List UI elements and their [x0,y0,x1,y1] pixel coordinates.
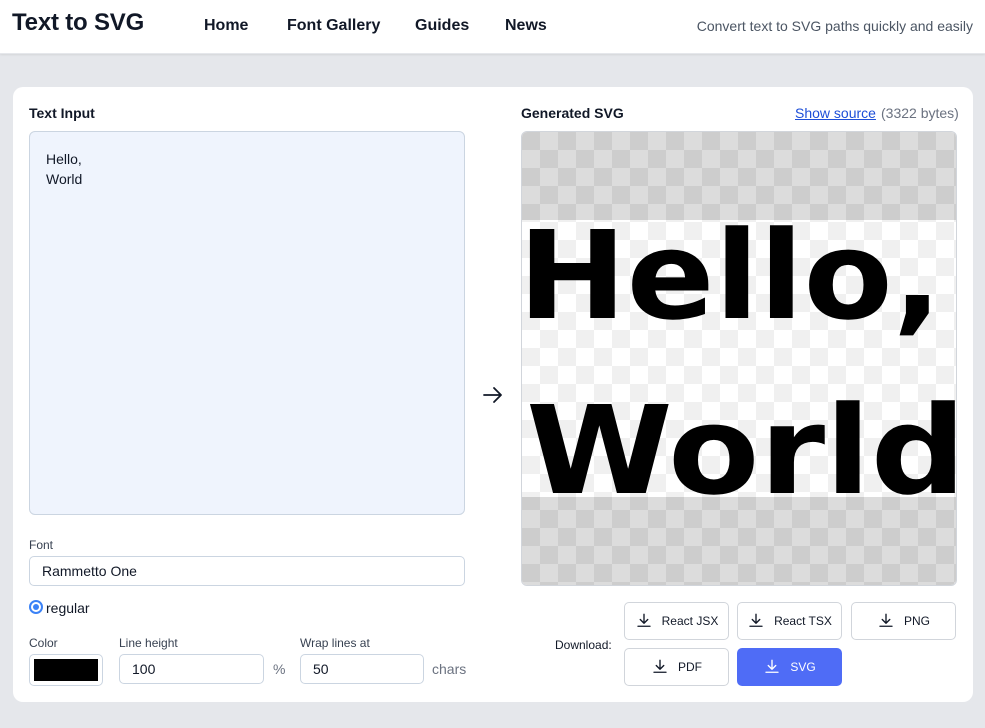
generated-svg-label: Generated SVG [521,105,624,121]
download-icon [653,659,667,673]
wrap-label: Wrap lines at [300,636,370,650]
download-label: Download: [555,638,612,652]
wrap-input[interactable]: 50 [300,654,424,684]
color-picker[interactable] [29,654,103,686]
line-height-label: Line height [119,636,178,650]
nav-font-gallery[interactable]: Font Gallery [287,17,380,35]
main-card: Text Input Hello, World Generated SVG Sh… [13,87,973,702]
download-svg-button[interactable]: SVG [737,648,842,686]
wrap-unit: chars [432,661,467,677]
top-bar: Text to SVG Home Font Gallery Guides New… [0,0,985,54]
preview-line-1: Hello, [522,205,942,347]
download-png-label: PNG [903,614,930,628]
line-height-unit: % [273,661,286,677]
download-icon [879,613,893,627]
color-label: Color [29,636,58,650]
variant-regular-label[interactable]: regular [46,600,90,616]
download-react-tsx-button[interactable]: React TSX [737,602,842,640]
variant-regular-radio[interactable] [29,600,43,614]
download-pdf-label: PDF [678,660,702,674]
font-select[interactable]: Rammetto One [29,556,465,586]
download-svg-label: SVG [790,660,816,674]
download-icon [765,659,780,673]
preview-line-2: World [526,380,957,522]
brand-logo[interactable]: Text to SVG [12,9,144,37]
download-react-jsx-label: React JSX [661,614,719,628]
download-react-jsx-button[interactable]: React JSX [624,602,729,640]
download-react-tsx-label: React TSX [774,614,832,628]
nav-guides[interactable]: Guides [415,17,469,35]
show-source-link[interactable]: Show source [795,105,876,121]
arrow-right-icon [483,387,502,403]
download-icon [636,613,651,627]
nav-news[interactable]: News [505,17,547,35]
download-pdf-button[interactable]: PDF [624,648,729,686]
tagline: Convert text to SVG paths quickly and ea… [696,18,973,34]
svg-preview-canvas: Hello, World [522,132,957,585]
font-label: Font [29,538,54,552]
color-swatch [34,659,98,681]
svg-preview: Hello, World [521,131,957,586]
text-input-label: Text Input [29,105,95,121]
text-input-area[interactable]: Hello, World [29,131,465,515]
download-icon [749,613,763,627]
download-png-button[interactable]: PNG [851,602,956,640]
byte-count: (3322 bytes) [881,105,959,121]
nav-home[interactable]: Home [204,17,248,35]
line-height-input[interactable]: 100 [119,654,264,684]
